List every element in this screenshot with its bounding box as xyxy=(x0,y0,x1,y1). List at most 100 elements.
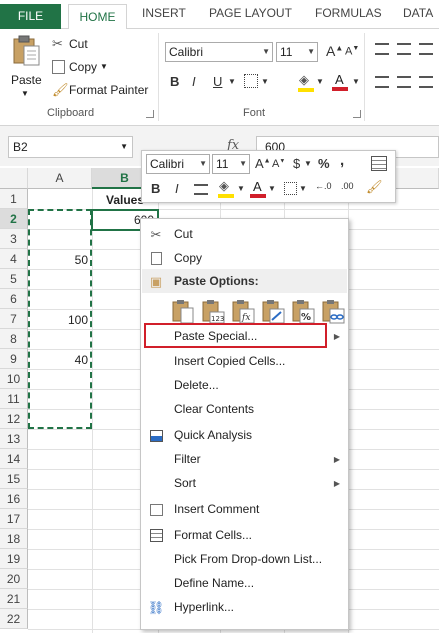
menu-item-insert-comment[interactable]: Insert Comment xyxy=(141,498,348,521)
copy-button[interactable]: Copy ▼ xyxy=(52,59,122,77)
grow-font-icon[interactable]: A▲ xyxy=(326,43,343,59)
font-color-icon[interactable]: A xyxy=(332,72,348,91)
tab-home[interactable]: HOME xyxy=(68,4,127,30)
shrink-font-icon[interactable]: A▼ xyxy=(272,158,285,170)
mini-font-select[interactable]: Calibri ▼ xyxy=(146,154,210,174)
paste-button[interactable]: Paste ▼ xyxy=(8,33,44,98)
align-center-icon[interactable] xyxy=(194,184,208,195)
chevron-down-icon[interactable]: ▼ xyxy=(268,184,276,193)
row-header[interactable]: 10 xyxy=(0,369,28,389)
link-icon: ⛓ xyxy=(147,600,165,615)
row-header[interactable]: 3 xyxy=(0,229,28,249)
chevron-down-icon[interactable]: ▼ xyxy=(299,184,307,193)
menu-item-sort[interactable]: Sort ▶ xyxy=(141,472,348,495)
submenu-arrow-icon: ▶ xyxy=(333,479,340,488)
paintbrush-icon[interactable]: 🖌 xyxy=(366,179,383,195)
row-header[interactable]: 8 xyxy=(0,329,28,349)
format-painter-button[interactable]: 🖌 Format Painter xyxy=(52,82,152,100)
percent-icon[interactable]: % xyxy=(318,156,330,171)
decrease-decimal-icon[interactable]: .00 xyxy=(341,181,354,191)
font-size-select[interactable]: 11 ▼ xyxy=(276,42,318,62)
mini-size-select[interactable]: 11 ▼ xyxy=(212,154,250,174)
menu-item-define-name[interactable]: Define Name... xyxy=(141,572,348,595)
align-right-icon[interactable] xyxy=(419,76,433,88)
column-header-a[interactable]: A xyxy=(28,168,92,189)
chevron-down-icon[interactable]: ▼ xyxy=(304,159,312,168)
tab-file[interactable]: FILE xyxy=(0,4,61,29)
menu-item-quick-analysis[interactable]: Quick Analysis xyxy=(141,424,348,447)
row-header[interactable]: 7 xyxy=(0,309,28,329)
align-left-icon[interactable] xyxy=(375,76,389,88)
row-header[interactable]: 17 xyxy=(0,509,28,529)
tab-page-layout[interactable]: PAGE LAYOUT xyxy=(209,6,292,20)
align-middle-icon[interactable] xyxy=(397,43,411,55)
font-color-icon[interactable]: A xyxy=(250,179,266,198)
row-header[interactable]: 9 xyxy=(0,349,28,369)
paste-icon[interactable] xyxy=(171,299,195,325)
menu-item-clear-contents[interactable]: Clear Contents xyxy=(141,398,348,421)
underline-button[interactable]: U xyxy=(213,74,222,89)
row-header[interactable]: 11 xyxy=(0,389,28,409)
row-header[interactable]: 12 xyxy=(0,409,28,429)
grow-font-icon[interactable]: A▲ xyxy=(255,156,271,171)
menu-item-insert-copied-cells[interactable]: Insert Copied Cells... xyxy=(141,350,348,373)
borders-icon[interactable] xyxy=(284,182,297,195)
paste-values-icon[interactable]: 123 xyxy=(201,299,225,325)
row-header[interactable]: 6 xyxy=(0,289,28,309)
row-header[interactable]: 20 xyxy=(0,569,28,589)
menu-item-pick-from-dropdown[interactable]: Pick From Drop-down List... xyxy=(141,548,348,571)
bold-button[interactable]: B xyxy=(151,181,160,196)
chevron-down-icon[interactable]: ▼ xyxy=(261,77,269,86)
borders-icon[interactable] xyxy=(244,74,258,88)
row-header[interactable]: 21 xyxy=(0,589,28,609)
comma-icon[interactable]: , xyxy=(340,152,344,169)
chevron-down-icon[interactable]: ▼ xyxy=(316,77,324,86)
format-table-icon[interactable] xyxy=(371,156,387,171)
row-header[interactable]: 14 xyxy=(0,449,28,469)
row-header[interactable]: 2 xyxy=(0,209,28,229)
name-box[interactable]: B2 ▼ xyxy=(8,136,133,158)
menu-item-cut[interactable]: ✂ Cut xyxy=(141,223,348,246)
chevron-down-icon[interactable]: ▼ xyxy=(237,184,245,193)
paste-formulas-icon[interactable]: fx xyxy=(231,299,255,325)
italic-button[interactable]: I xyxy=(175,181,179,196)
menu-item-filter[interactable]: Filter ▶ xyxy=(141,448,348,471)
menu-item-delete[interactable]: Delete... xyxy=(141,374,348,397)
clipboard-launcher[interactable] xyxy=(146,110,154,118)
increase-decimal-icon[interactable]: ←.0 xyxy=(315,181,332,191)
align-center-icon[interactable] xyxy=(397,76,411,88)
chevron-down-icon[interactable]: ▼ xyxy=(352,77,360,86)
font-family-select[interactable]: Calibri ▼ xyxy=(165,42,273,62)
fill-color-icon[interactable]: ◈ xyxy=(218,178,234,198)
row-header[interactable]: 5 xyxy=(0,269,28,289)
row-header[interactable]: 4 xyxy=(0,249,28,269)
row-header[interactable]: 1 xyxy=(0,189,28,209)
align-top-icon[interactable] xyxy=(375,43,389,55)
paste-transpose-icon[interactable] xyxy=(261,299,285,325)
row-header[interactable]: 22 xyxy=(0,609,28,629)
row-header[interactable]: 19 xyxy=(0,549,28,569)
font-launcher[interactable] xyxy=(353,110,361,118)
italic-button[interactable]: I xyxy=(192,74,196,89)
select-all-corner[interactable] xyxy=(0,168,28,189)
menu-item-hyperlink[interactable]: ⛓ Hyperlink... xyxy=(141,596,348,619)
row-header[interactable]: 18 xyxy=(0,529,28,549)
menu-item-format-cells[interactable]: Format Cells... xyxy=(141,524,348,547)
paste-formatting-icon[interactable]: % xyxy=(291,299,315,325)
row-header[interactable]: 16 xyxy=(0,489,28,509)
align-bottom-icon[interactable] xyxy=(419,43,433,55)
fill-color-icon[interactable]: ◈ xyxy=(298,72,314,92)
cut-button[interactable]: ✂ Cut xyxy=(52,36,122,54)
paste-link-icon[interactable] xyxy=(321,299,345,325)
menu-item-copy[interactable]: Copy xyxy=(141,247,348,270)
accounting-format-icon[interactable]: $ xyxy=(293,156,300,171)
shrink-font-icon[interactable]: A▼ xyxy=(345,45,359,58)
tab-data[interactable]: DATA xyxy=(403,6,433,20)
row-header[interactable]: 15 xyxy=(0,469,28,489)
paste-label: Paste xyxy=(11,73,42,87)
bold-button[interactable]: B xyxy=(170,74,179,89)
tab-formulas[interactable]: FORMULAS xyxy=(315,6,382,20)
row-header[interactable]: 13 xyxy=(0,429,28,449)
tab-insert[interactable]: INSERT xyxy=(142,6,186,20)
chevron-down-icon[interactable]: ▼ xyxy=(228,77,236,86)
